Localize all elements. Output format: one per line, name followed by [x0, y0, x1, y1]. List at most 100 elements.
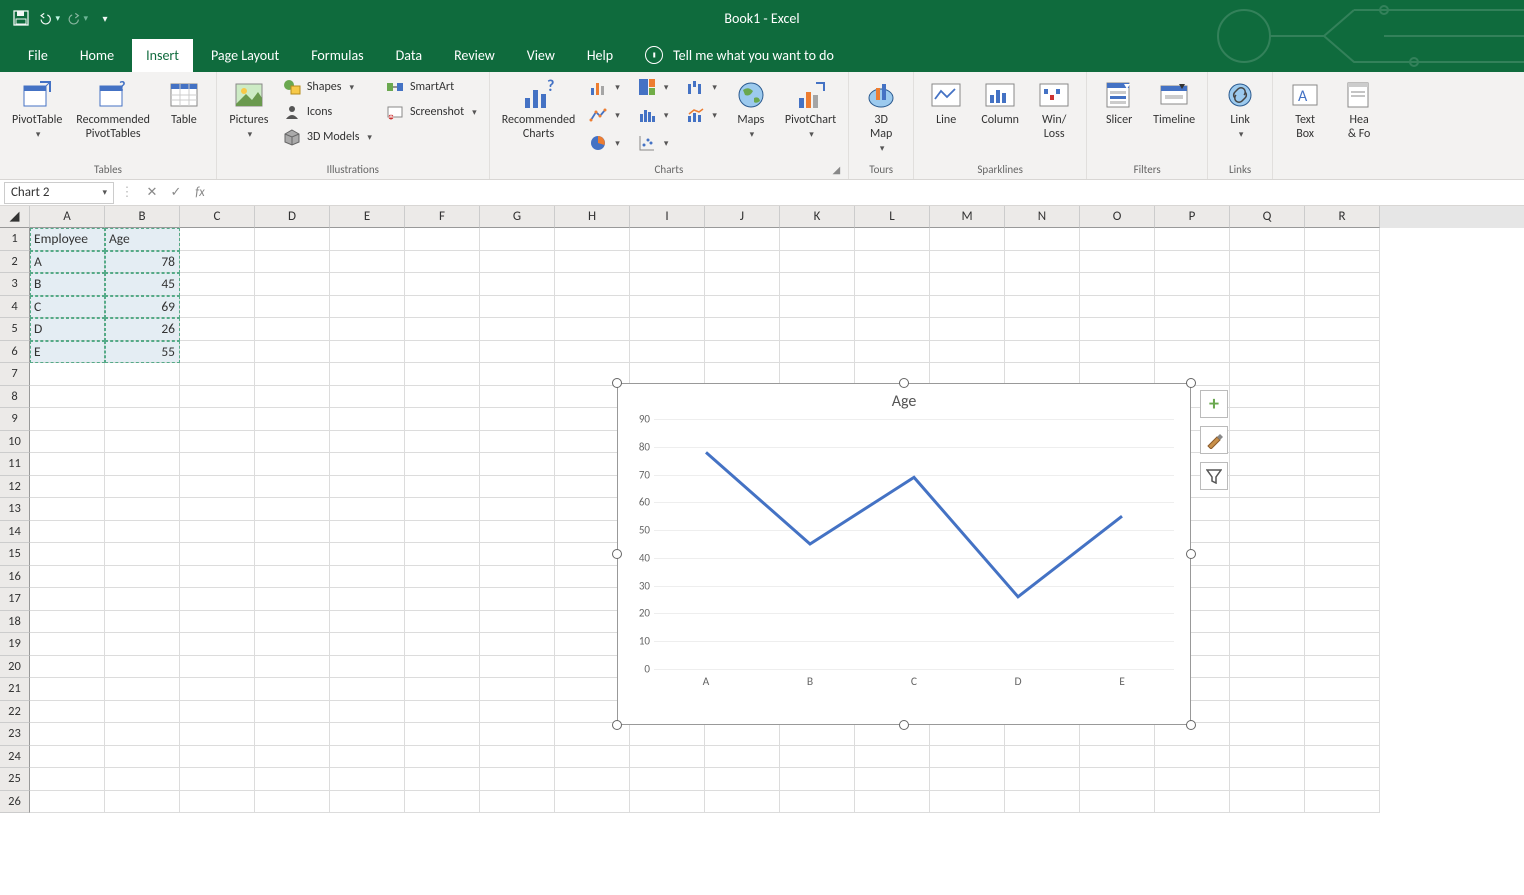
cell[interactable] [30, 588, 105, 611]
cell[interactable] [1305, 633, 1380, 656]
cell[interactable]: 45 [105, 273, 180, 296]
cell[interactable] [255, 498, 330, 521]
smartart-button[interactable]: SmartArt [382, 76, 481, 98]
cell[interactable] [630, 723, 705, 746]
cell[interactable] [855, 296, 930, 319]
charts-dialog-launcher[interactable]: ◢ [832, 163, 840, 176]
cell[interactable] [1230, 498, 1305, 521]
cell[interactable] [1005, 318, 1080, 341]
cell[interactable] [180, 588, 255, 611]
cell[interactable] [405, 273, 480, 296]
cell[interactable] [255, 273, 330, 296]
hierarchy-chart-button[interactable]: ▾ [634, 76, 673, 98]
cell[interactable] [330, 453, 405, 476]
worksheet-grid[interactable]: ◢ A B C D E F G H I J K L M N O P Q R 1E… [0, 206, 1524, 813]
row-header[interactable]: 7 [0, 363, 30, 386]
cell[interactable] [855, 341, 930, 364]
cell[interactable] [105, 543, 180, 566]
save-icon[interactable] [10, 7, 32, 29]
cell[interactable] [255, 768, 330, 791]
cell[interactable] [330, 791, 405, 814]
col-header[interactable]: R [1305, 206, 1380, 228]
resize-handle[interactable] [612, 720, 622, 730]
cell[interactable] [105, 746, 180, 769]
recommended-pivottables-button[interactable]: ?Recommended PivotTables [72, 76, 154, 144]
cell[interactable] [630, 341, 705, 364]
cell[interactable]: C [30, 296, 105, 319]
cell[interactable] [180, 768, 255, 791]
timeline-button[interactable]: Timeline [1149, 76, 1199, 130]
cell[interactable] [1305, 543, 1380, 566]
cell[interactable] [480, 228, 555, 251]
cell[interactable] [30, 453, 105, 476]
cell[interactable] [1005, 768, 1080, 791]
cell[interactable] [480, 588, 555, 611]
chart-y-axis[interactable]: 0102030405060708090 [624, 419, 652, 669]
cell[interactable]: B [30, 273, 105, 296]
cell[interactable] [330, 251, 405, 274]
cell[interactable] [330, 633, 405, 656]
cell[interactable] [780, 768, 855, 791]
cell[interactable] [1005, 228, 1080, 251]
cell[interactable] [105, 656, 180, 679]
cell[interactable] [1305, 408, 1380, 431]
cell[interactable] [330, 363, 405, 386]
cell[interactable] [105, 566, 180, 589]
cell[interactable] [105, 386, 180, 409]
cell[interactable] [330, 656, 405, 679]
cell[interactable] [705, 746, 780, 769]
col-header[interactable]: J [705, 206, 780, 228]
pie-chart-button[interactable]: ▾ [585, 132, 624, 154]
cell[interactable] [405, 521, 480, 544]
cell[interactable] [1230, 656, 1305, 679]
cell[interactable] [1005, 251, 1080, 274]
cell[interactable] [480, 431, 555, 454]
cell[interactable] [480, 341, 555, 364]
cell[interactable] [555, 251, 630, 274]
chart-plot-area[interactable]: 0102030405060708090 [654, 419, 1174, 669]
cell[interactable] [1155, 791, 1230, 814]
cell[interactable] [105, 453, 180, 476]
cell[interactable] [555, 768, 630, 791]
cell[interactable] [30, 791, 105, 814]
tab-review[interactable]: Review [440, 39, 509, 72]
cell[interactable] [1230, 588, 1305, 611]
resize-handle[interactable] [1186, 549, 1196, 559]
cell[interactable] [705, 296, 780, 319]
cell[interactable]: 55 [105, 341, 180, 364]
col-header[interactable]: D [255, 206, 330, 228]
cell[interactable] [1005, 791, 1080, 814]
cell[interactable] [1080, 318, 1155, 341]
row-header[interactable]: 18 [0, 611, 30, 634]
resize-handle[interactable] [612, 549, 622, 559]
row-header[interactable]: 12 [0, 476, 30, 499]
name-box[interactable]: Chart 2▾ [4, 182, 114, 204]
row-header[interactable]: 11 [0, 453, 30, 476]
cell[interactable] [105, 768, 180, 791]
row-header[interactable]: 19 [0, 633, 30, 656]
cell[interactable] [480, 723, 555, 746]
cell[interactable] [405, 476, 480, 499]
cell[interactable] [105, 498, 180, 521]
cell[interactable] [705, 318, 780, 341]
cell[interactable] [180, 341, 255, 364]
cell[interactable] [405, 341, 480, 364]
cell[interactable] [480, 408, 555, 431]
cell[interactable] [105, 678, 180, 701]
select-all-corner[interactable]: ◢ [0, 206, 30, 228]
cell[interactable] [1230, 611, 1305, 634]
customize-qat-icon[interactable]: ▾ [94, 7, 116, 29]
cell[interactable] [705, 791, 780, 814]
cell[interactable] [1230, 341, 1305, 364]
cell[interactable] [1305, 228, 1380, 251]
cell[interactable] [780, 746, 855, 769]
cell[interactable] [30, 746, 105, 769]
cell[interactable] [405, 228, 480, 251]
cell[interactable] [105, 633, 180, 656]
cell[interactable] [1230, 363, 1305, 386]
cell[interactable] [630, 318, 705, 341]
cell[interactable] [1230, 228, 1305, 251]
cell[interactable] [855, 723, 930, 746]
cell[interactable] [405, 701, 480, 724]
cell[interactable] [630, 273, 705, 296]
